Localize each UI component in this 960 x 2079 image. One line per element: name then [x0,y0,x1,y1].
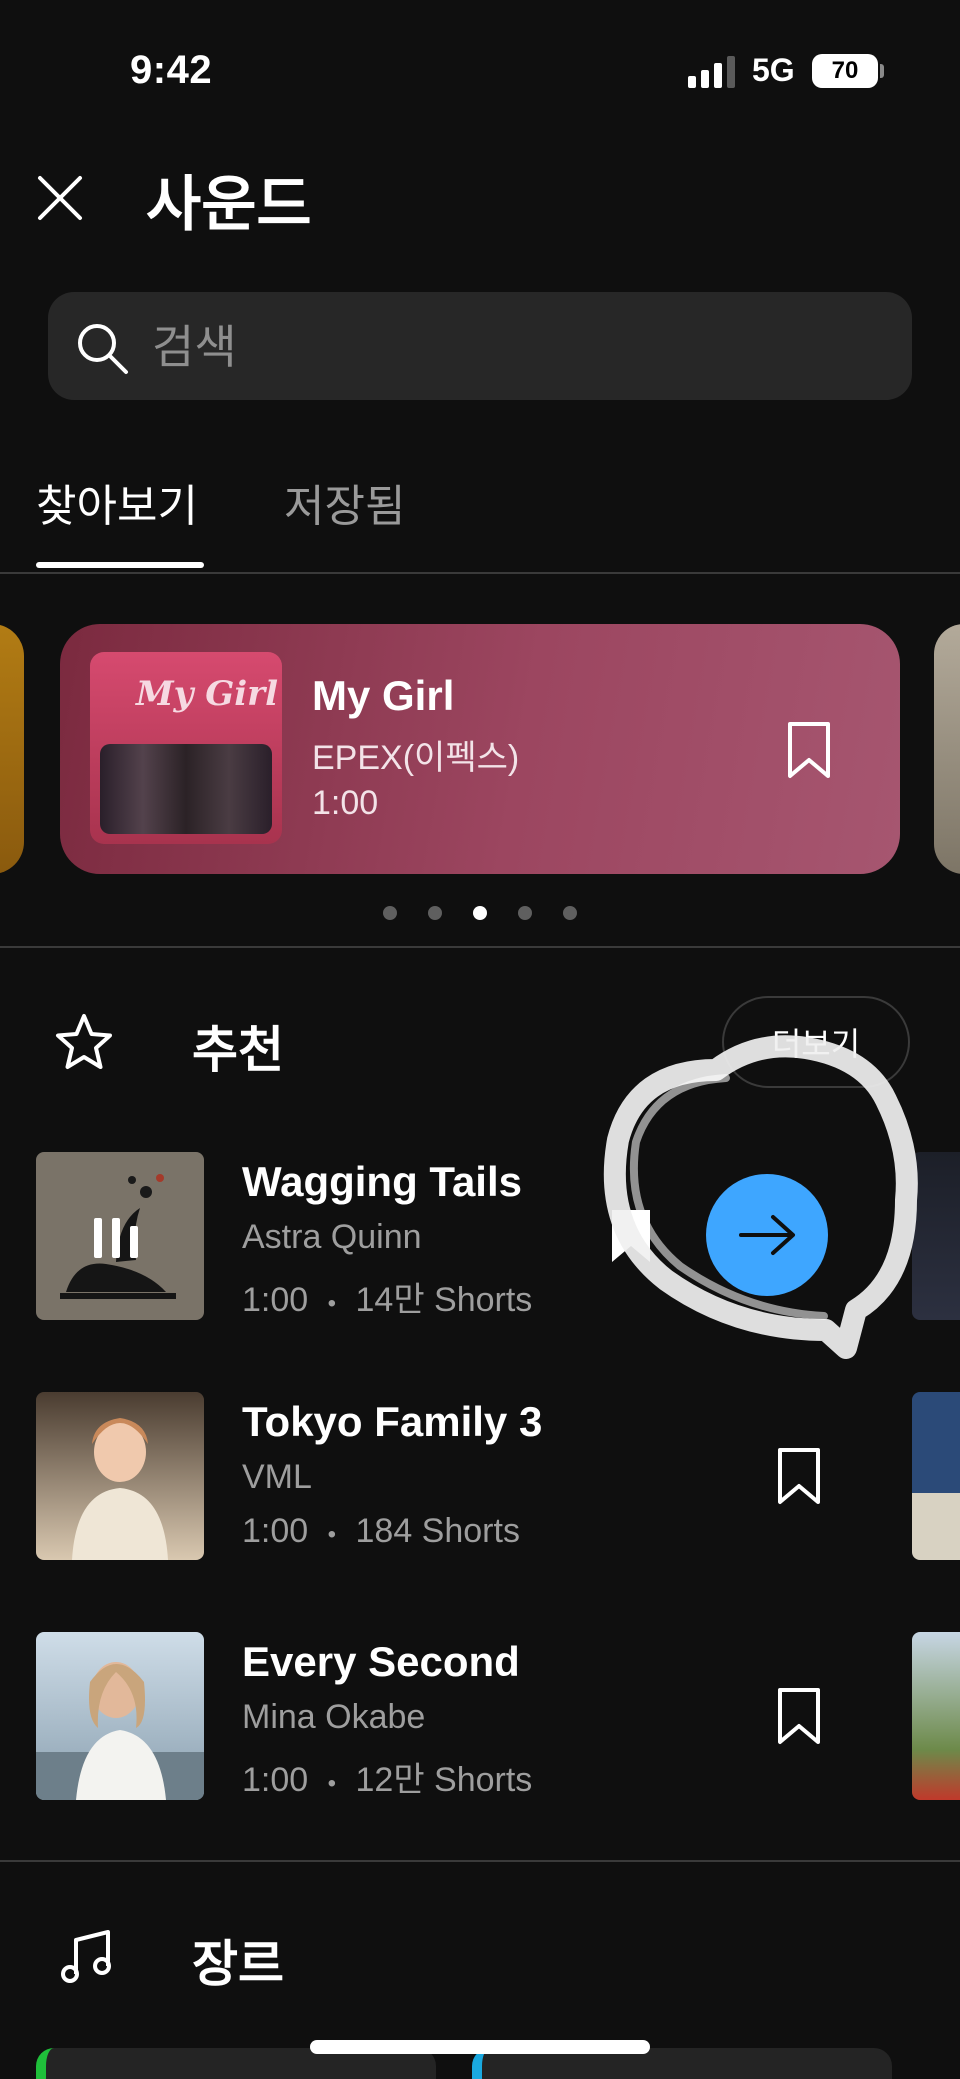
divider [0,946,960,948]
featured-title: My Girl [312,672,455,719]
page-title: 사운드 [146,171,312,238]
pause-icon[interactable] [92,1218,152,1258]
close-icon[interactable] [30,168,90,228]
search-icon [78,324,128,374]
divider [0,572,960,574]
track-artist: VML [242,1458,312,1496]
use-sound-button[interactable] [706,1174,828,1296]
track-shorts-count: 14만 Shorts [355,1281,533,1319]
carousel-dot[interactable] [563,906,577,920]
track-shorts-count: 12만 Shorts [355,1761,533,1799]
track-title: Every Second [242,1638,520,1685]
track-shorts-count: 184 Shorts [355,1512,520,1550]
featured-artist: EPEX(이펙스) [312,739,520,777]
divider [0,1860,960,1862]
thumbnail-art [72,1418,168,1560]
battery-indicator: 70 [812,54,878,88]
carousel-prev-card[interactable] [0,624,24,874]
section-title-genre: 장르 [192,1936,284,1992]
track-meta: 1:00 • 184 Shorts [242,1512,520,1551]
track-thumbnail[interactable] [36,1392,204,1560]
meta-separator: • [327,1521,337,1548]
track-title: Tokyo Family 3 [242,1398,543,1445]
meta-separator: • [327,1770,337,1797]
track-meta: 1:00 • 12만 Shorts [242,1752,532,1801]
track-artist: Mina Okabe [242,1698,426,1736]
tab-indicator [36,562,204,568]
track-artist: Astra Quinn [242,1218,422,1256]
featured-duration: 1:00 [312,784,379,822]
carousel-dot-active[interactable] [473,906,487,920]
network-label: 5G [752,52,795,88]
track-duration: 1:00 [242,1512,309,1550]
arrow-right-icon [739,1215,795,1255]
search-input[interactable] [152,320,872,374]
battery-tip [880,64,884,78]
track-duration: 1:00 [242,1761,309,1799]
carousel-dot[interactable] [428,906,442,920]
next-page-thumbnail[interactable] [912,1632,960,1800]
meta-separator: • [327,1290,337,1317]
carousel-next-card[interactable] [934,624,960,874]
music-note-icon [61,1930,111,1983]
signal-icon [688,56,735,88]
track-title: Wagging Tails [242,1158,522,1205]
thumbnail-art [36,1662,204,1800]
track-duration: 1:00 [242,1281,309,1319]
album-art-text: My Girl [136,674,279,714]
featured-album-art: My Girl [90,652,282,844]
carousel-dot[interactable] [383,906,397,920]
bookmark-icon[interactable] [784,720,834,780]
bookmark-icon[interactable] [774,1686,824,1746]
track-thumbnail[interactable] [36,1632,204,1800]
album-art-photo [100,744,272,834]
home-indicator [310,2040,650,2054]
section-title-recommend: 추천 [192,1022,284,1078]
status-time: 9:42 [130,48,213,92]
bookmark-icon[interactable] [774,1446,824,1506]
track-meta: 1:00 • 14만 Shorts [242,1272,532,1321]
tab-browse[interactable]: 찾아보기 [36,470,198,534]
battery-level: 70 [831,57,859,84]
star-icon [56,1014,112,1069]
carousel-dot[interactable] [518,906,532,920]
next-page-thumbnail[interactable] [912,1392,960,1560]
tab-saved[interactable]: 저장됨 [284,470,405,534]
